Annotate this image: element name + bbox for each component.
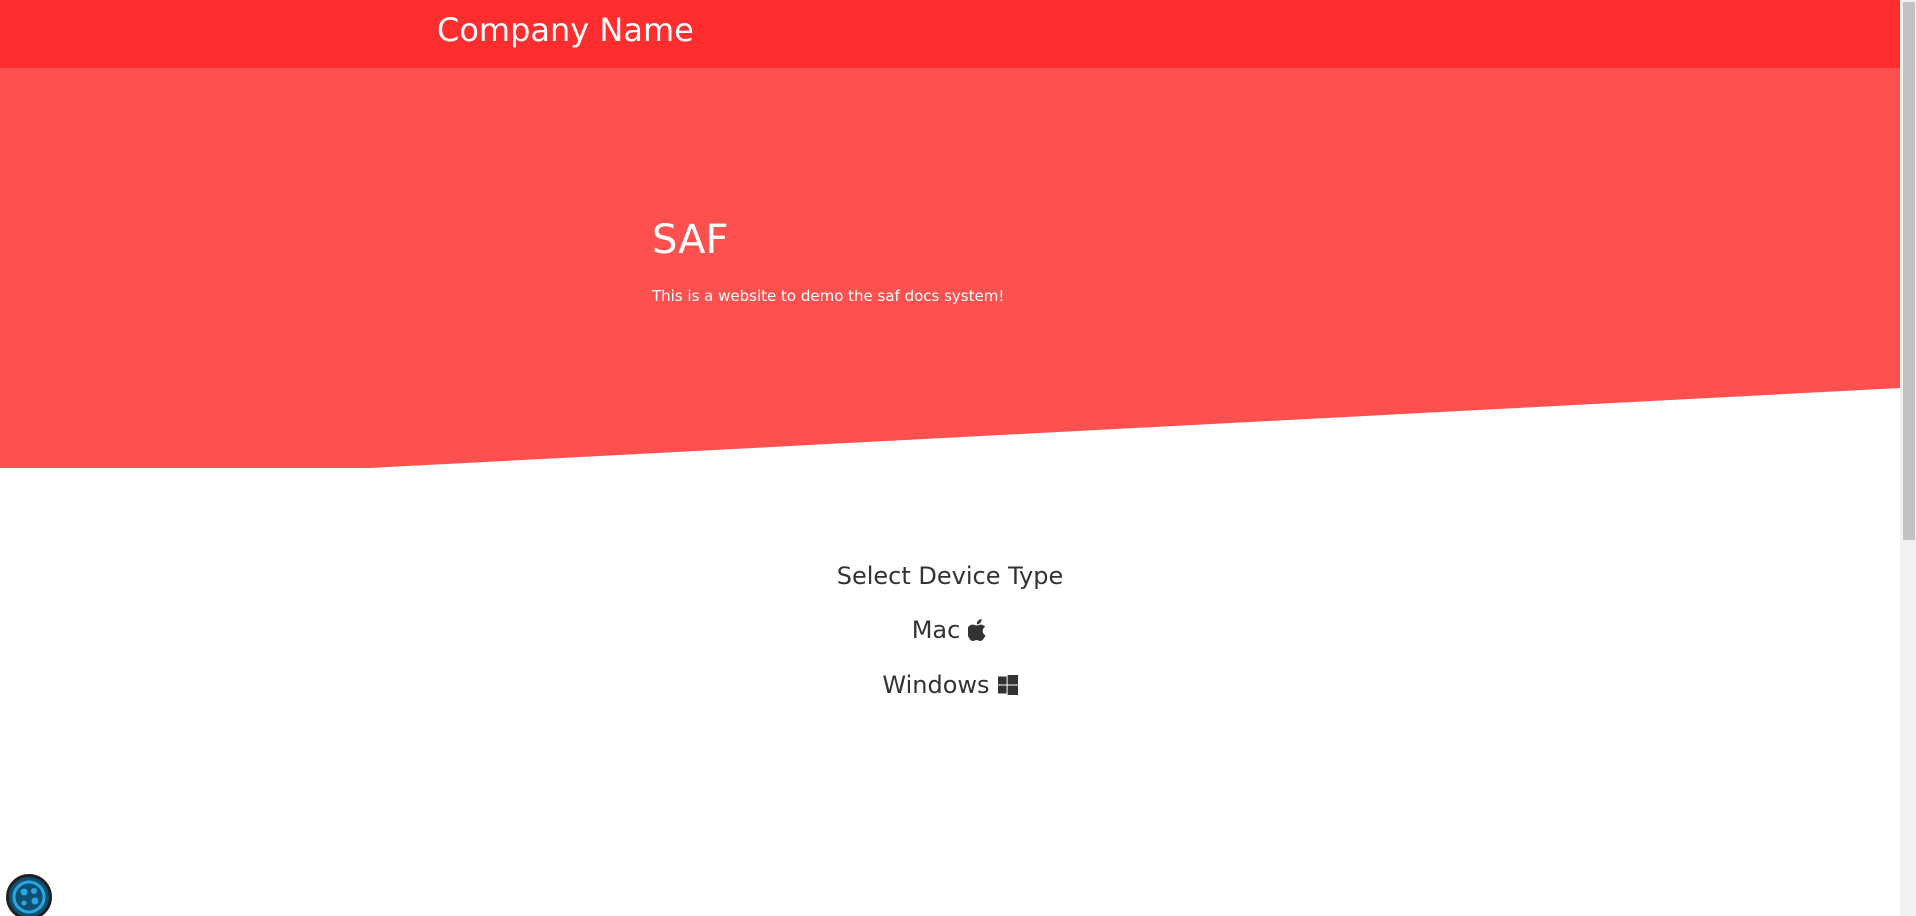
mac-option[interactable]: Mac xyxy=(912,614,989,646)
hero-title: SAF xyxy=(652,217,729,263)
page: Company Name SAF This is a website to de… xyxy=(0,0,1916,916)
windows-option[interactable]: Windows xyxy=(882,669,1018,701)
apple-icon xyxy=(968,619,986,641)
hero-subtitle: This is a website to demo the saf docs s… xyxy=(652,287,1005,305)
mac-option-label: Mac xyxy=(911,616,961,644)
vertical-scrollbar[interactable] xyxy=(1900,0,1916,916)
windows-option-label: Windows xyxy=(882,671,990,699)
company-name-link[interactable]: Company Name xyxy=(437,10,694,50)
hero-background xyxy=(0,68,1900,468)
windows-icon xyxy=(997,675,1018,695)
cookie-settings-icon xyxy=(12,880,46,914)
cookie-settings-button[interactable] xyxy=(6,874,52,916)
top-navbar: Company Name xyxy=(0,0,1900,68)
scrollbar-thumb[interactable] xyxy=(1903,2,1915,540)
device-select-section: Select Device Type Mac Windows xyxy=(0,560,1900,724)
hero-banner: SAF This is a website to demo the saf do… xyxy=(0,68,1900,468)
device-select-title: Select Device Type xyxy=(836,562,1064,590)
